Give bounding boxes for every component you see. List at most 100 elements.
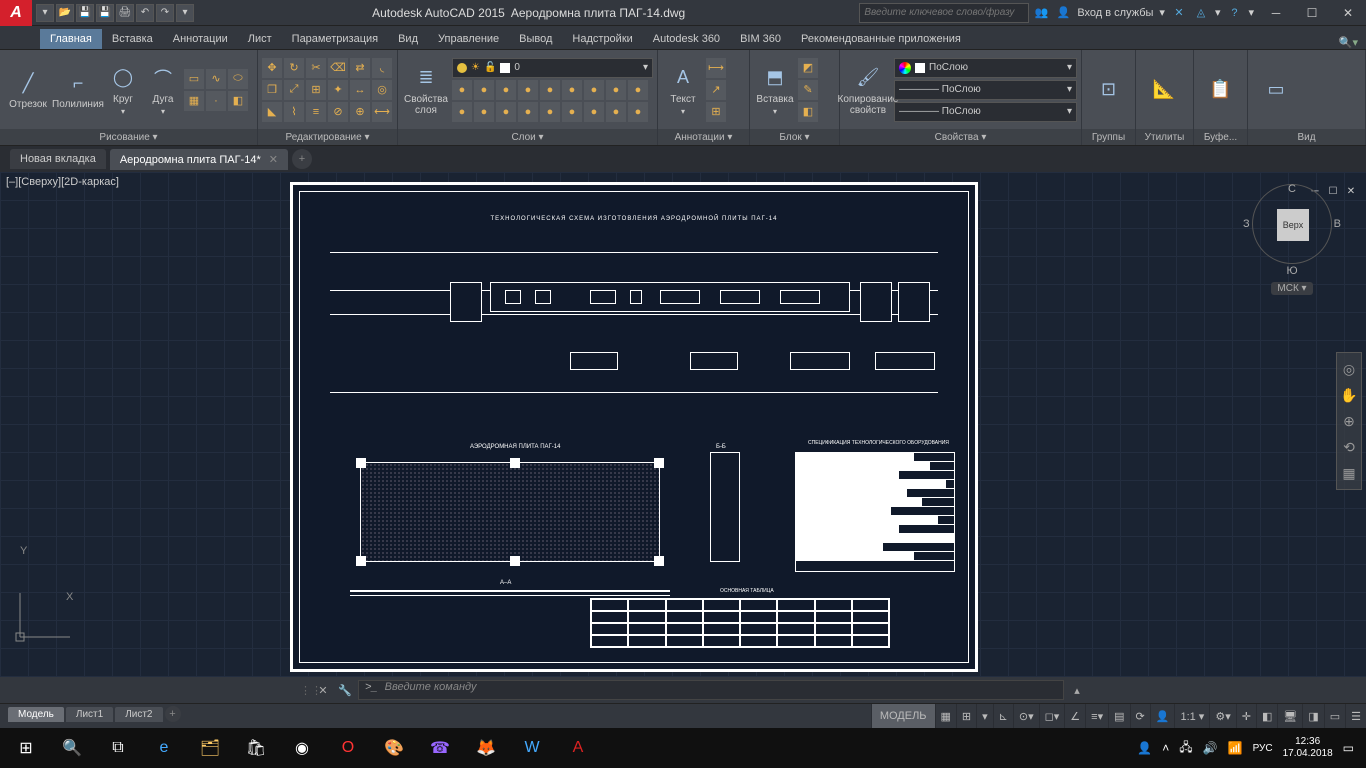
region-icon[interactable]: ◧ xyxy=(228,91,248,111)
polyline-button[interactable]: ⌐Полилиния xyxy=(54,54,102,126)
tab-featured[interactable]: Рекомендованные приложения xyxy=(791,29,971,49)
qat-plot[interactable]: 🖨 xyxy=(116,4,134,22)
qat-open[interactable]: 📂 xyxy=(56,4,74,22)
opera-icon[interactable]: O xyxy=(326,728,370,768)
filetab-doc[interactable]: Аеродромна плита ПАГ-14*✕ xyxy=(110,149,288,170)
linetype-dropdown[interactable]: ———— ПоСлою▾ xyxy=(894,102,1077,122)
lineweight-dropdown[interactable]: ———— ПоСлою▾ xyxy=(894,80,1077,100)
ucs-icon[interactable]: Y X xyxy=(10,587,80,647)
qat-saveas[interactable]: 💾 xyxy=(96,4,114,22)
status-ws-icon[interactable]: ◧ xyxy=(1256,704,1277,728)
status-gear-icon[interactable]: ⚙▾ xyxy=(1209,704,1235,728)
offset-icon[interactable]: ◎ xyxy=(372,80,392,100)
tab-view[interactable]: Вид xyxy=(388,29,428,49)
status-model[interactable]: МОДЕЛЬ xyxy=(871,704,935,728)
move-icon[interactable]: ✥ xyxy=(262,58,282,78)
layer-tool-8[interactable]: ● xyxy=(606,80,626,100)
group-button[interactable]: ⊡ xyxy=(1086,54,1131,126)
spline-icon[interactable]: ∿ xyxy=(206,69,226,89)
layer-tool-1[interactable]: ● xyxy=(452,80,472,100)
nav-wheel-icon[interactable]: ◎ xyxy=(1339,359,1359,379)
layer-tool-6[interactable]: ● xyxy=(562,80,582,100)
status-clean-icon[interactable]: ▭ xyxy=(1324,704,1345,728)
layer-tool-2[interactable]: ● xyxy=(474,80,494,100)
nav-showmotion-icon[interactable]: ▦ xyxy=(1339,463,1359,483)
cmd-handle-icon[interactable]: ⋮⋮ xyxy=(300,684,310,697)
hatch-icon[interactable]: ▦ xyxy=(184,91,204,111)
layer-tool-12[interactable]: ● xyxy=(496,102,516,122)
tab-output[interactable]: Вывод xyxy=(509,29,562,49)
tray-wifi-icon[interactable]: 📶 xyxy=(1228,741,1243,755)
ellipse-icon[interactable]: ⬭ xyxy=(228,69,248,89)
blend-icon[interactable]: ⌇ xyxy=(284,102,304,122)
measure-button[interactable]: 📐 xyxy=(1140,54,1188,126)
table-icon[interactable]: ⊞ xyxy=(706,102,726,122)
action-center-icon[interactable]: ▭ xyxy=(1343,741,1354,755)
status-trans-icon[interactable]: ▤ xyxy=(1108,704,1129,728)
status-polar-icon[interactable]: ⊙▾ xyxy=(1013,704,1039,728)
viewport-label[interactable]: [–][Сверху][2D-каркас] xyxy=(6,176,119,188)
match-prop-button[interactable]: 🖌Копирование свойств xyxy=(844,54,892,126)
align-icon[interactable]: ≡ xyxy=(306,102,326,122)
edge-icon[interactable]: e xyxy=(142,728,186,768)
nav-pan-icon[interactable]: ✋ xyxy=(1339,385,1359,405)
status-more1[interactable]: ▾ xyxy=(976,704,993,728)
word-icon[interactable]: W xyxy=(510,728,554,768)
infocenter-icon[interactable]: 👥 xyxy=(1033,5,1049,21)
status-custom-icon[interactable]: ☰ xyxy=(1345,704,1366,728)
status-cycle-icon[interactable]: ⟳ xyxy=(1130,704,1150,728)
layer-tool-5[interactable]: ● xyxy=(540,80,560,100)
panel-layers-title[interactable]: Слои ▾ xyxy=(398,129,657,145)
paste-button[interactable]: 📋 xyxy=(1198,54,1243,126)
color-dropdown[interactable]: ПоСлою▾ xyxy=(894,58,1077,78)
filetab-new[interactable]: Новая вкладка xyxy=(10,149,106,169)
viewcube-face[interactable]: Верх xyxy=(1277,209,1309,241)
arc-button[interactable]: ⌒Дуга▾ xyxy=(144,54,182,126)
tray-up-icon[interactable]: ˄ xyxy=(1162,741,1169,755)
layout-sheet1[interactable]: Лист1 xyxy=(66,707,113,722)
tray-lang[interactable]: РУС xyxy=(1253,743,1273,754)
erase-icon[interactable]: ⌫ xyxy=(328,58,348,78)
autocad-taskbar-icon[interactable]: A xyxy=(556,728,600,768)
line-button[interactable]: ╱Отрезок xyxy=(4,54,52,126)
layer-tool-17[interactable]: ● xyxy=(606,102,626,122)
copy-icon[interactable]: ❐ xyxy=(262,80,282,100)
rotate-icon[interactable]: ↻ xyxy=(284,58,304,78)
tray-people-icon[interactable]: 👤 xyxy=(1137,741,1152,755)
fillet-icon[interactable]: ◟ xyxy=(372,58,392,78)
layout-model[interactable]: Модель xyxy=(8,707,64,722)
search-taskbar-icon[interactable]: 🔍 xyxy=(50,728,94,768)
firefox-icon[interactable]: 🦊 xyxy=(464,728,508,768)
tab-layout[interactable]: Лист xyxy=(238,29,282,49)
tab-annotate[interactable]: Аннотации xyxy=(163,29,238,49)
command-input[interactable]: >_ Введите команду xyxy=(358,680,1064,700)
status-grid-icon[interactable]: ▦ xyxy=(935,704,956,728)
qat-undo[interactable]: ↶ xyxy=(136,4,154,22)
close-button[interactable]: ✕ xyxy=(1330,0,1366,26)
status-hw-icon[interactable]: 🖥 xyxy=(1277,704,1302,728)
break-icon[interactable]: ⊘ xyxy=(328,102,348,122)
tab-bim360[interactable]: BIM 360 xyxy=(730,29,791,49)
point-icon[interactable]: · xyxy=(206,91,226,111)
layer-tool-9[interactable]: ● xyxy=(628,80,648,100)
tab-manage[interactable]: Управление xyxy=(428,29,509,49)
tab-parametric[interactable]: Параметризация xyxy=(282,29,388,49)
panel-modify-title[interactable]: Редактирование ▾ xyxy=(258,129,397,145)
nav-zoom-icon[interactable]: ⊕ xyxy=(1339,411,1359,431)
chrome-icon[interactable]: ◉ xyxy=(280,728,324,768)
circle-button[interactable]: ◯Круг▾ xyxy=(104,54,142,126)
start-button[interactable]: ⊞ xyxy=(4,728,48,768)
status-qp-icon[interactable]: ✛ xyxy=(1236,704,1256,728)
status-iso-icon[interactable]: ◨ xyxy=(1302,704,1323,728)
layer-tool-4[interactable]: ● xyxy=(518,80,538,100)
edit-attr-icon[interactable]: ◧ xyxy=(798,102,818,122)
viewcube-wcs[interactable]: МСК ▾ xyxy=(1271,282,1312,295)
status-ortho-icon[interactable]: ⊾ xyxy=(993,704,1013,728)
dim-linear-icon[interactable]: ⟼ xyxy=(706,58,726,78)
viewcube[interactable]: Верх С Ю В З МСК ▾ xyxy=(1242,184,1342,295)
layer-tool-14[interactable]: ● xyxy=(540,102,560,122)
layer-tool-15[interactable]: ● xyxy=(562,102,582,122)
qat-redo[interactable]: ↷ xyxy=(156,4,174,22)
help-icon[interactable]: ? xyxy=(1226,5,1242,21)
trim-icon[interactable]: ✂ xyxy=(306,58,326,78)
